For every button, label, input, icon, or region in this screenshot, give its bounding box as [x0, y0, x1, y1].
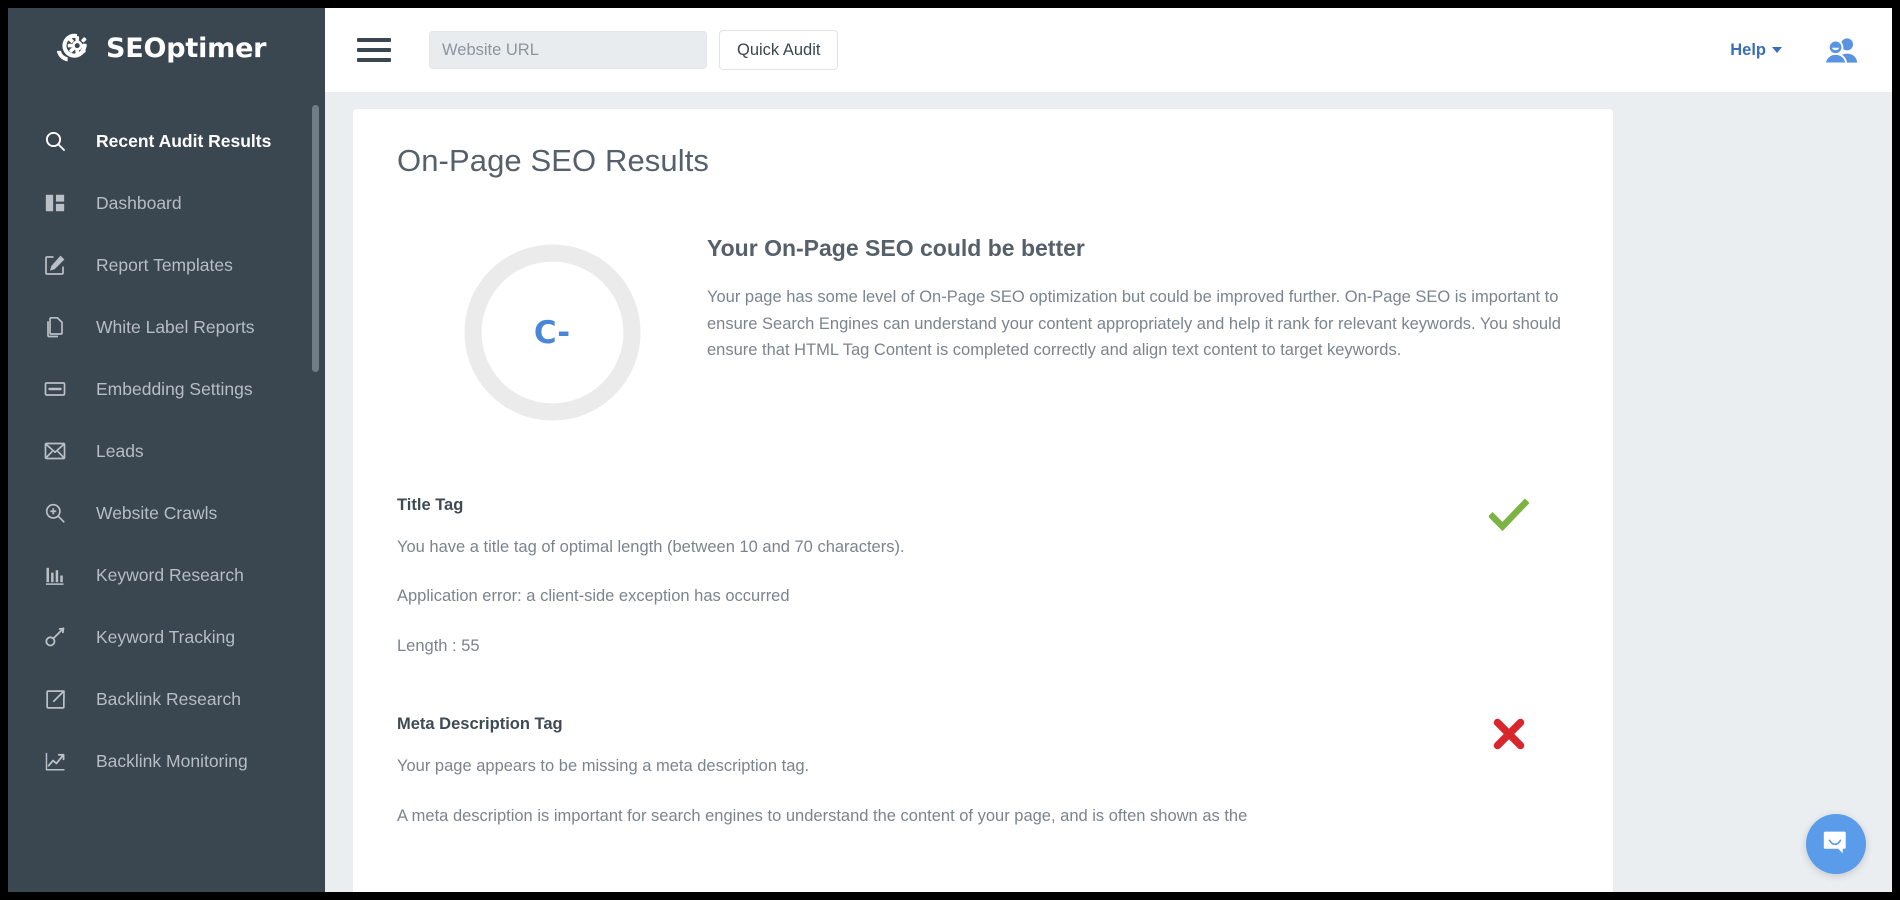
sidebar-item-label: Recent Audit Results [96, 131, 271, 152]
page-title: On-Page SEO Results [397, 143, 1569, 179]
sidebar-item-label: Embedding Settings [96, 379, 253, 400]
sidebar-scrollbar[interactable] [312, 8, 319, 892]
check-row-meta-description-tag: Meta Description Tag Your page appears t… [397, 715, 1569, 835]
red-cross-icon [1492, 717, 1526, 756]
sidebar-item-label: Backlink Monitoring [96, 751, 248, 772]
check-body: Title Tag You have a title tag of optima… [397, 496, 1449, 657]
sidebar-scrollbar-thumb[interactable] [312, 105, 319, 372]
key-icon [42, 624, 68, 650]
check-body: Meta Description Tag Your page appears t… [397, 715, 1449, 827]
sidebar-item-leads[interactable]: Leads [8, 420, 325, 482]
quick-audit-button[interactable]: Quick Audit [719, 30, 838, 70]
sidebar-item-label: White Label Reports [96, 317, 255, 338]
check-list: Title Tag You have a title tag of optima… [397, 496, 1569, 835]
sidebar-item-embedding-settings[interactable]: Embedding Settings [8, 358, 325, 420]
summary-body: Your page has some level of On-Page SEO … [707, 284, 1569, 364]
sidebar-item-label: Dashboard [96, 193, 182, 214]
sidebar-item-label: Keyword Tracking [96, 627, 235, 648]
check-line: Length : 55 [397, 636, 1449, 657]
brand-logo-area[interactable]: SEOptimer [8, 8, 325, 88]
embed-box-icon [42, 376, 68, 402]
summary-heading: Your On-Page SEO could be better [707, 235, 1569, 262]
sidebar-item-white-label-reports[interactable]: White Label Reports [8, 296, 325, 358]
sidebar-item-report-templates[interactable]: Report Templates [8, 234, 325, 296]
sidebar-item-keyword-tracking[interactable]: Keyword Tracking [8, 606, 325, 668]
sidebar-item-backlink-research[interactable]: Backlink Research [8, 668, 325, 730]
score-gauge-wrap: C- [397, 231, 707, 426]
sidebar-item-label: Leads [96, 441, 144, 462]
sidebar-item-dashboard[interactable]: Dashboard [8, 172, 325, 234]
seoptimer-gear-logo-icon [48, 25, 94, 71]
sidebar-item-label: Report Templates [96, 255, 233, 276]
check-status [1449, 496, 1569, 537]
check-title: Meta Description Tag [397, 715, 1449, 734]
bar-chart-icon [42, 562, 68, 588]
summary-text-block: Your On-Page SEO could be better Your pa… [707, 231, 1569, 364]
copy-documents-icon [42, 314, 68, 340]
sidebar-item-keyword-research[interactable]: Keyword Research [8, 544, 325, 606]
sidebar-item-website-crawls[interactable]: Website Crawls [8, 482, 325, 544]
topbar-right-group: Help [1730, 36, 1858, 64]
content-area: Quick Audit Help [325, 8, 1892, 892]
check-line: You have a title tag of optimal length (… [397, 537, 1449, 558]
sidebar-item-backlink-monitoring[interactable]: Backlink Monitoring [8, 730, 325, 792]
chevron-down-icon [1772, 47, 1782, 53]
external-link-icon [42, 686, 68, 712]
score-grade-label: C- [459, 239, 646, 426]
line-chart-icon [42, 748, 68, 774]
pencil-square-icon [42, 252, 68, 278]
main-scroll-region: On-Page SEO Results C- Your On-Page SEO [325, 92, 1892, 892]
score-summary: C- Your On-Page SEO could be better Your… [397, 207, 1569, 426]
brand-name: SEOptimer [106, 33, 266, 64]
sidebar-item-label: Website Crawls [96, 503, 217, 524]
help-label: Help [1730, 41, 1766, 60]
top-bar: Quick Audit Help [325, 8, 1892, 92]
magnifier-plus-icon [42, 500, 68, 526]
sidebar-item-recent-audit-results[interactable]: Recent Audit Results [8, 110, 325, 172]
website-url-input[interactable] [429, 31, 707, 69]
envelope-icon [42, 438, 68, 464]
chat-bubble-icon [1822, 828, 1850, 861]
sidebar-nav: Recent Audit Results Dashboard [8, 88, 325, 792]
check-row-title-tag: Title Tag You have a title tag of optima… [397, 496, 1569, 665]
check-status [1449, 715, 1569, 756]
green-check-icon [1489, 498, 1529, 537]
check-line: Application error: a client-side excepti… [397, 586, 1449, 607]
sidebar: SEOptimer Recent Audit Results [8, 8, 325, 892]
app-window: SEOptimer Recent Audit Results [8, 8, 1892, 892]
intercom-launcher-button[interactable] [1806, 814, 1866, 874]
help-menu[interactable]: Help [1730, 41, 1782, 60]
check-line: A meta description is important for sear… [397, 806, 1449, 827]
sidebar-item-label: Backlink Research [96, 689, 241, 710]
search-icon [42, 128, 68, 154]
hamburger-menu-icon[interactable] [357, 38, 391, 62]
sidebar-item-label: Keyword Research [96, 565, 244, 586]
check-title: Title Tag [397, 496, 1449, 515]
grid-dashboard-icon [42, 190, 68, 216]
onpage-score-gauge: C- [459, 239, 646, 426]
check-line: Your page appears to be missing a meta d… [397, 756, 1449, 777]
users-avatar-icon[interactable] [1824, 36, 1858, 64]
results-card: On-Page SEO Results C- Your On-Page SEO [353, 109, 1613, 892]
